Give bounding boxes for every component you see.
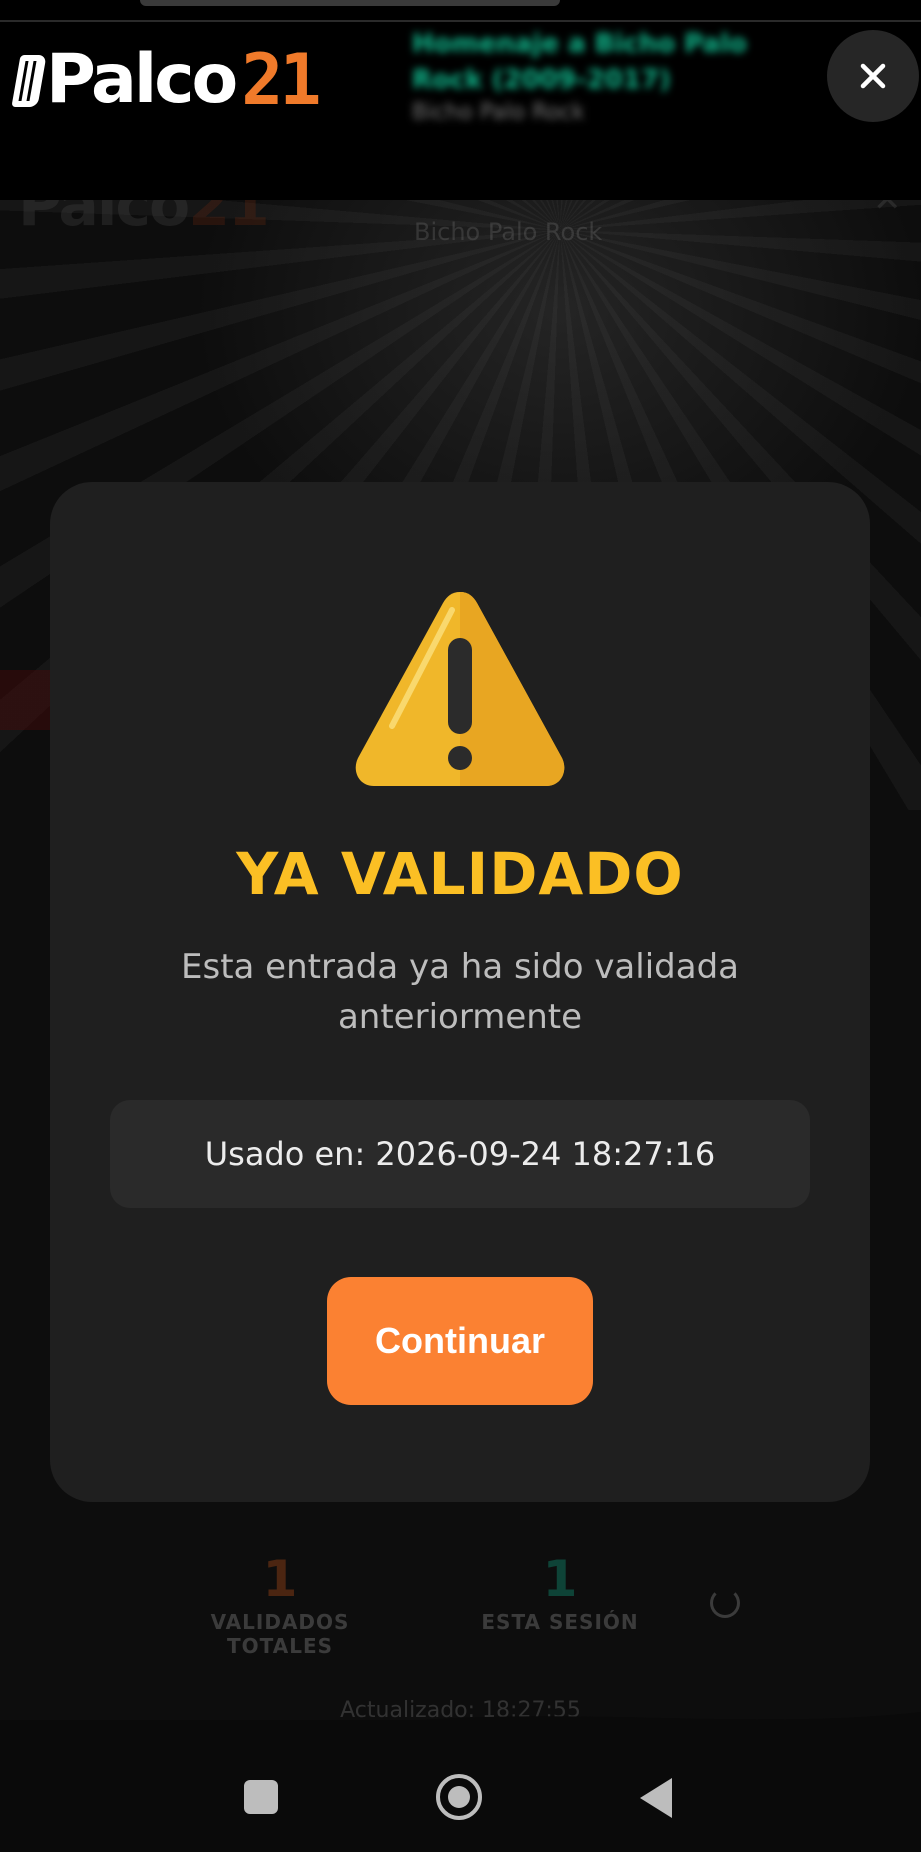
app-screen: Palco21 Bicho Palo Rock ✕ 1 VALIDADOS TO… <box>0 0 921 1852</box>
close-button[interactable] <box>827 30 919 122</box>
already-validated-dialog: YA VALIDADO Esta entrada ya ha sido vali… <box>50 482 870 1502</box>
logo-text: Palco <box>46 40 238 119</box>
background-event-subtitle: Bicho Palo Rock <box>414 218 603 246</box>
used-at-text: Usado en: 2026-09-24 18:27:16 <box>204 1135 716 1173</box>
recents-icon[interactable] <box>244 1780 278 1814</box>
stat-session: 1 ESTA SESIÓN <box>460 1550 660 1634</box>
dialog-message: Esta entrada ya ha sido validada anterio… <box>181 947 739 1037</box>
stat-total-value: 1 <box>262 1550 298 1608</box>
refresh-icon <box>710 1588 740 1618</box>
status-bar-pill <box>140 0 560 6</box>
validation-stats: 1 VALIDADOS TOTALES 1 ESTA SESIÓN <box>110 1550 810 1660</box>
stat-total: 1 VALIDADOS TOTALES <box>160 1550 400 1658</box>
event-artist: Bicho Palo Rock <box>412 100 585 125</box>
top-header: Palco 21 Homenaje a Bicho Palo Rock (200… <box>0 0 921 200</box>
stat-session-value: 1 <box>542 1550 578 1608</box>
home-icon[interactable] <box>436 1774 482 1820</box>
warning-icon <box>355 592 565 786</box>
close-icon <box>860 63 886 89</box>
continue-button[interactable]: Continuar <box>327 1277 593 1405</box>
used-at-box: Usado en: 2026-09-24 18:27:16 <box>110 1100 810 1208</box>
stat-session-label: ESTA SESIÓN <box>481 1610 639 1634</box>
logo-number: 21 <box>241 39 321 121</box>
stat-total-label: VALIDADOS TOTALES <box>210 1610 350 1658</box>
palco21-logo: Palco 21 <box>10 39 322 121</box>
event-title: Homenaje a Bicho Palo Rock (2009-2017) <box>412 29 747 95</box>
back-icon[interactable] <box>640 1778 672 1818</box>
dialog-title: YA VALIDADO <box>236 840 684 908</box>
ticket-logo-icon <box>10 49 47 111</box>
event-title-blurred: Homenaje a Bicho Palo Rock (2009-2017) B… <box>412 26 792 126</box>
header-divider <box>0 20 921 22</box>
